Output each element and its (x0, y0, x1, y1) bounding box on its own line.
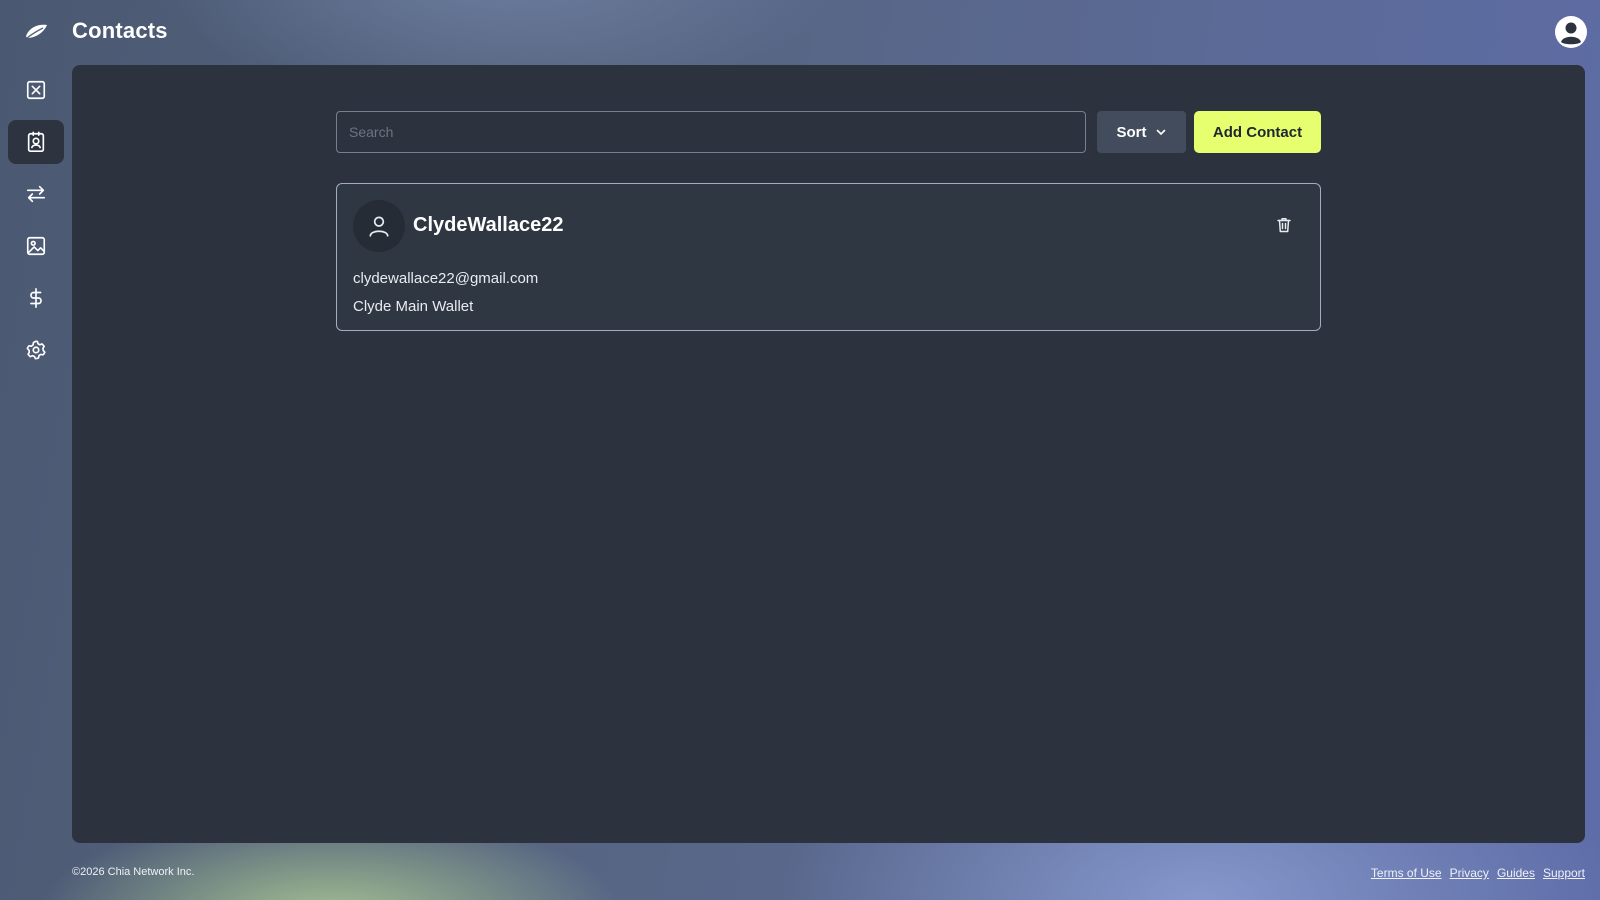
privacy-link[interactable]: Privacy (1450, 866, 1489, 880)
sidebar-item-transactions[interactable] (8, 172, 64, 216)
arrows-swap-icon (26, 185, 46, 203)
sidebar (8, 68, 64, 380)
sidebar-item-tokens[interactable] (8, 68, 64, 112)
sort-button-label: Sort (1116, 123, 1147, 141)
image-icon (26, 236, 46, 256)
top-bar: Contacts (0, 0, 1600, 64)
guides-link[interactable]: Guides (1497, 866, 1535, 880)
chevron-down-icon (1156, 129, 1165, 135)
contact-avatar (353, 200, 405, 252)
sidebar-item-offers[interactable] (8, 276, 64, 320)
sidebar-item-settings[interactable] (8, 328, 64, 372)
footer-links: Terms of Use Privacy Guides Support (1371, 866, 1585, 880)
sort-button[interactable]: Sort (1097, 111, 1186, 153)
main-panel: Sort Add Contact ClydeWallace22 clydewal… (72, 65, 1585, 843)
chia-leaf-icon[interactable] (24, 22, 48, 42)
support-link[interactable]: Support (1543, 866, 1585, 880)
sidebar-item-contacts[interactable] (8, 120, 64, 164)
sidebar-item-nfts[interactable] (8, 224, 64, 268)
contact-card[interactable]: ClydeWallace22 clydewallace22@gmail.com … (336, 183, 1321, 331)
contact-name: ClydeWallace22 (413, 214, 564, 236)
add-contact-button[interactable]: Add Contact (1194, 111, 1321, 153)
contact-email: clydewallace22@gmail.com (353, 270, 539, 287)
footer-copyright: ©2026 Chia Network Inc. (72, 866, 195, 878)
dollar-icon (30, 288, 42, 308)
search-input[interactable] (336, 111, 1086, 153)
trash-icon[interactable] (1275, 216, 1293, 234)
terms-of-use-link[interactable]: Terms of Use (1371, 866, 1442, 880)
user-circle-icon[interactable] (1554, 15, 1588, 49)
box-x-icon (26, 80, 46, 100)
contact-card-icon (27, 131, 45, 152)
contact-wallet-name: Clyde Main Wallet (353, 298, 474, 315)
user-icon (369, 216, 389, 237)
page-title: Contacts (72, 18, 168, 43)
gear-icon (26, 340, 46, 360)
